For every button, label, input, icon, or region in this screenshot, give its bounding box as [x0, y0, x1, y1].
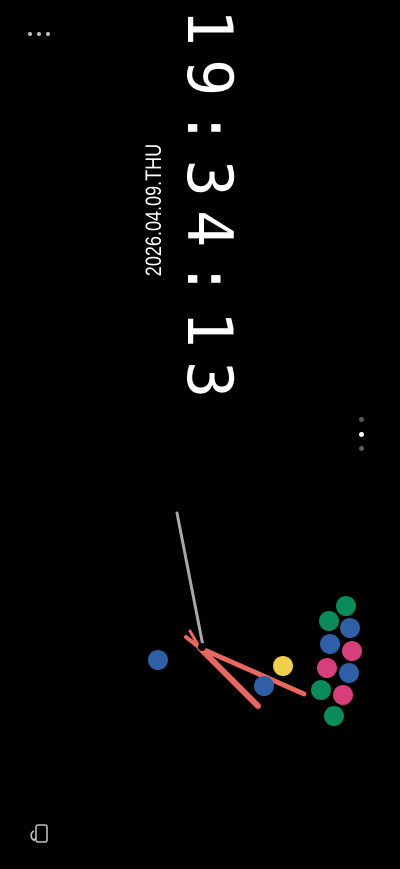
ball-yellow: [273, 656, 293, 676]
hour-hand: [197, 645, 261, 709]
ball-green: [336, 596, 356, 616]
screen-rotate-icon[interactable]: [26, 822, 52, 846]
ball-pink: [342, 641, 362, 661]
ball-pink: [333, 685, 353, 705]
billiards-clock-illustration: [148, 511, 362, 726]
ball-blue: [339, 663, 359, 683]
ball-pink: [317, 658, 337, 678]
hand-pivot: [198, 643, 206, 651]
screen-rotate-icon-glyph: [30, 824, 48, 843]
clock-screen: 19:34:13 2026.04.09.THU: [0, 0, 400, 869]
ball-blue: [340, 618, 360, 638]
ball-blue: [254, 676, 274, 696]
ball-green: [311, 680, 331, 700]
ball-green: [319, 611, 339, 631]
ball-green: [324, 706, 344, 726]
ball-blue: [320, 634, 340, 654]
ball-blue: [148, 650, 168, 670]
